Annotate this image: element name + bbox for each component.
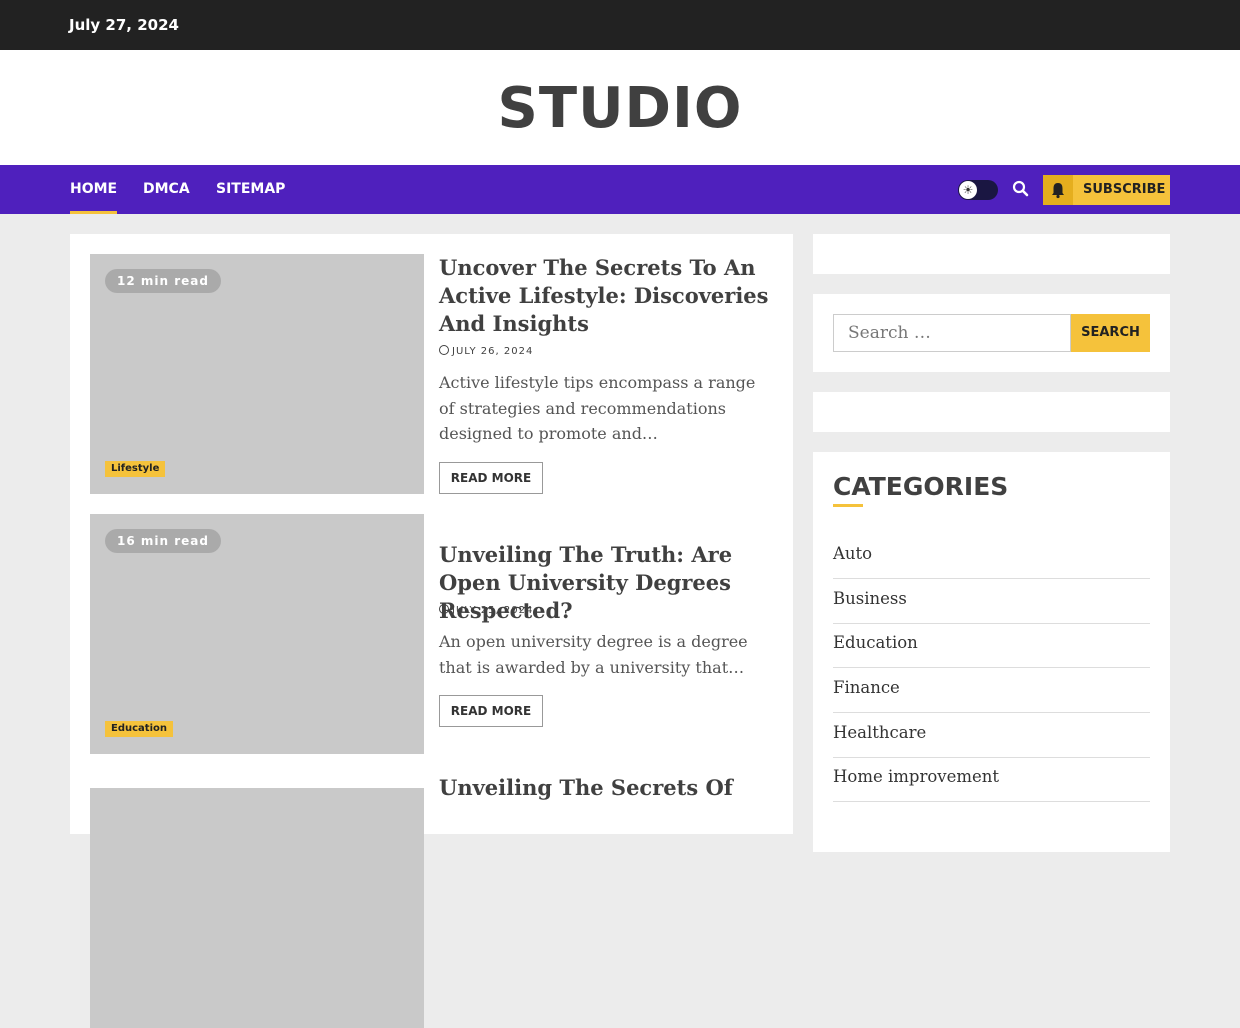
search-input[interactable]: Search … — [833, 314, 1071, 352]
site-title[interactable]: STUDIO — [0, 76, 1240, 141]
sidebar-widget-empty — [813, 392, 1170, 432]
categories-heading: CATEGORIES — [833, 472, 1009, 501]
categories-widget: CATEGORIES Auto Business Education Finan… — [813, 452, 1170, 852]
post-list: 12 min read Lifestyle Uncover The Secret… — [70, 234, 793, 1028]
read-time-badge: 16 min read — [105, 529, 221, 553]
post-excerpt: Active lifestyle tips encompass a range … — [439, 373, 756, 443]
category-link[interactable]: Business — [833, 579, 1150, 624]
read-time-badge: 12 min read — [105, 269, 221, 293]
category-badge[interactable]: Education — [105, 721, 173, 737]
search-widget: Search … SEARCH — [813, 294, 1170, 372]
clock-icon — [439, 604, 449, 614]
clock-icon — [439, 345, 449, 355]
subscribe-button[interactable]: SUBSCRIBE — [1043, 175, 1170, 205]
search-submit-button[interactable]: SEARCH — [1071, 314, 1150, 352]
heading-underline — [833, 504, 863, 507]
post-title[interactable]: Uncover The Secrets To An Active Lifesty… — [439, 254, 773, 338]
nav-item-home[interactable]: HOME — [70, 181, 118, 214]
sun-toggle-icon: ☀ — [959, 181, 977, 199]
post-thumbnail[interactable] — [90, 788, 424, 1028]
sidebar-widget-empty — [813, 234, 1170, 274]
post-excerpt: An open university degree is a degree th… — [439, 632, 748, 677]
search-icon[interactable] — [1012, 180, 1030, 198]
category-link[interactable]: Healthcare — [833, 713, 1150, 758]
category-link[interactable]: Home improvement — [833, 757, 1150, 802]
current-date: July 27, 2024 — [69, 16, 179, 34]
site-header: STUDIO — [0, 50, 1240, 165]
top-bar: July 27, 2024 — [0, 0, 1240, 50]
read-more-button[interactable]: READ MORE — [439, 695, 543, 727]
post-date: JULY 26, 2024 — [439, 345, 533, 357]
category-link[interactable]: Auto — [833, 534, 1150, 579]
category-link[interactable]: Education — [833, 623, 1150, 668]
nav-item-dmca[interactable]: DMCA — [143, 181, 190, 197]
dark-mode-toggle[interactable]: ☀ — [958, 180, 998, 200]
category-link[interactable]: Finance — [833, 668, 1150, 713]
nav-item-sitemap[interactable]: SITEMAP — [216, 181, 285, 197]
post-thumbnail[interactable]: 16 min read Education — [90, 514, 424, 754]
post-thumbnail[interactable]: 12 min read Lifestyle — [90, 254, 424, 494]
post-title[interactable]: Unveiling The Secrets Of — [439, 774, 773, 802]
category-badge[interactable]: Lifestyle — [105, 461, 166, 477]
subscribe-label: SUBSCRIBE — [1083, 182, 1166, 197]
read-more-button[interactable]: READ MORE — [439, 462, 543, 494]
bell-icon — [1043, 175, 1073, 205]
post-date: JULY 25, 2024 — [439, 604, 533, 616]
